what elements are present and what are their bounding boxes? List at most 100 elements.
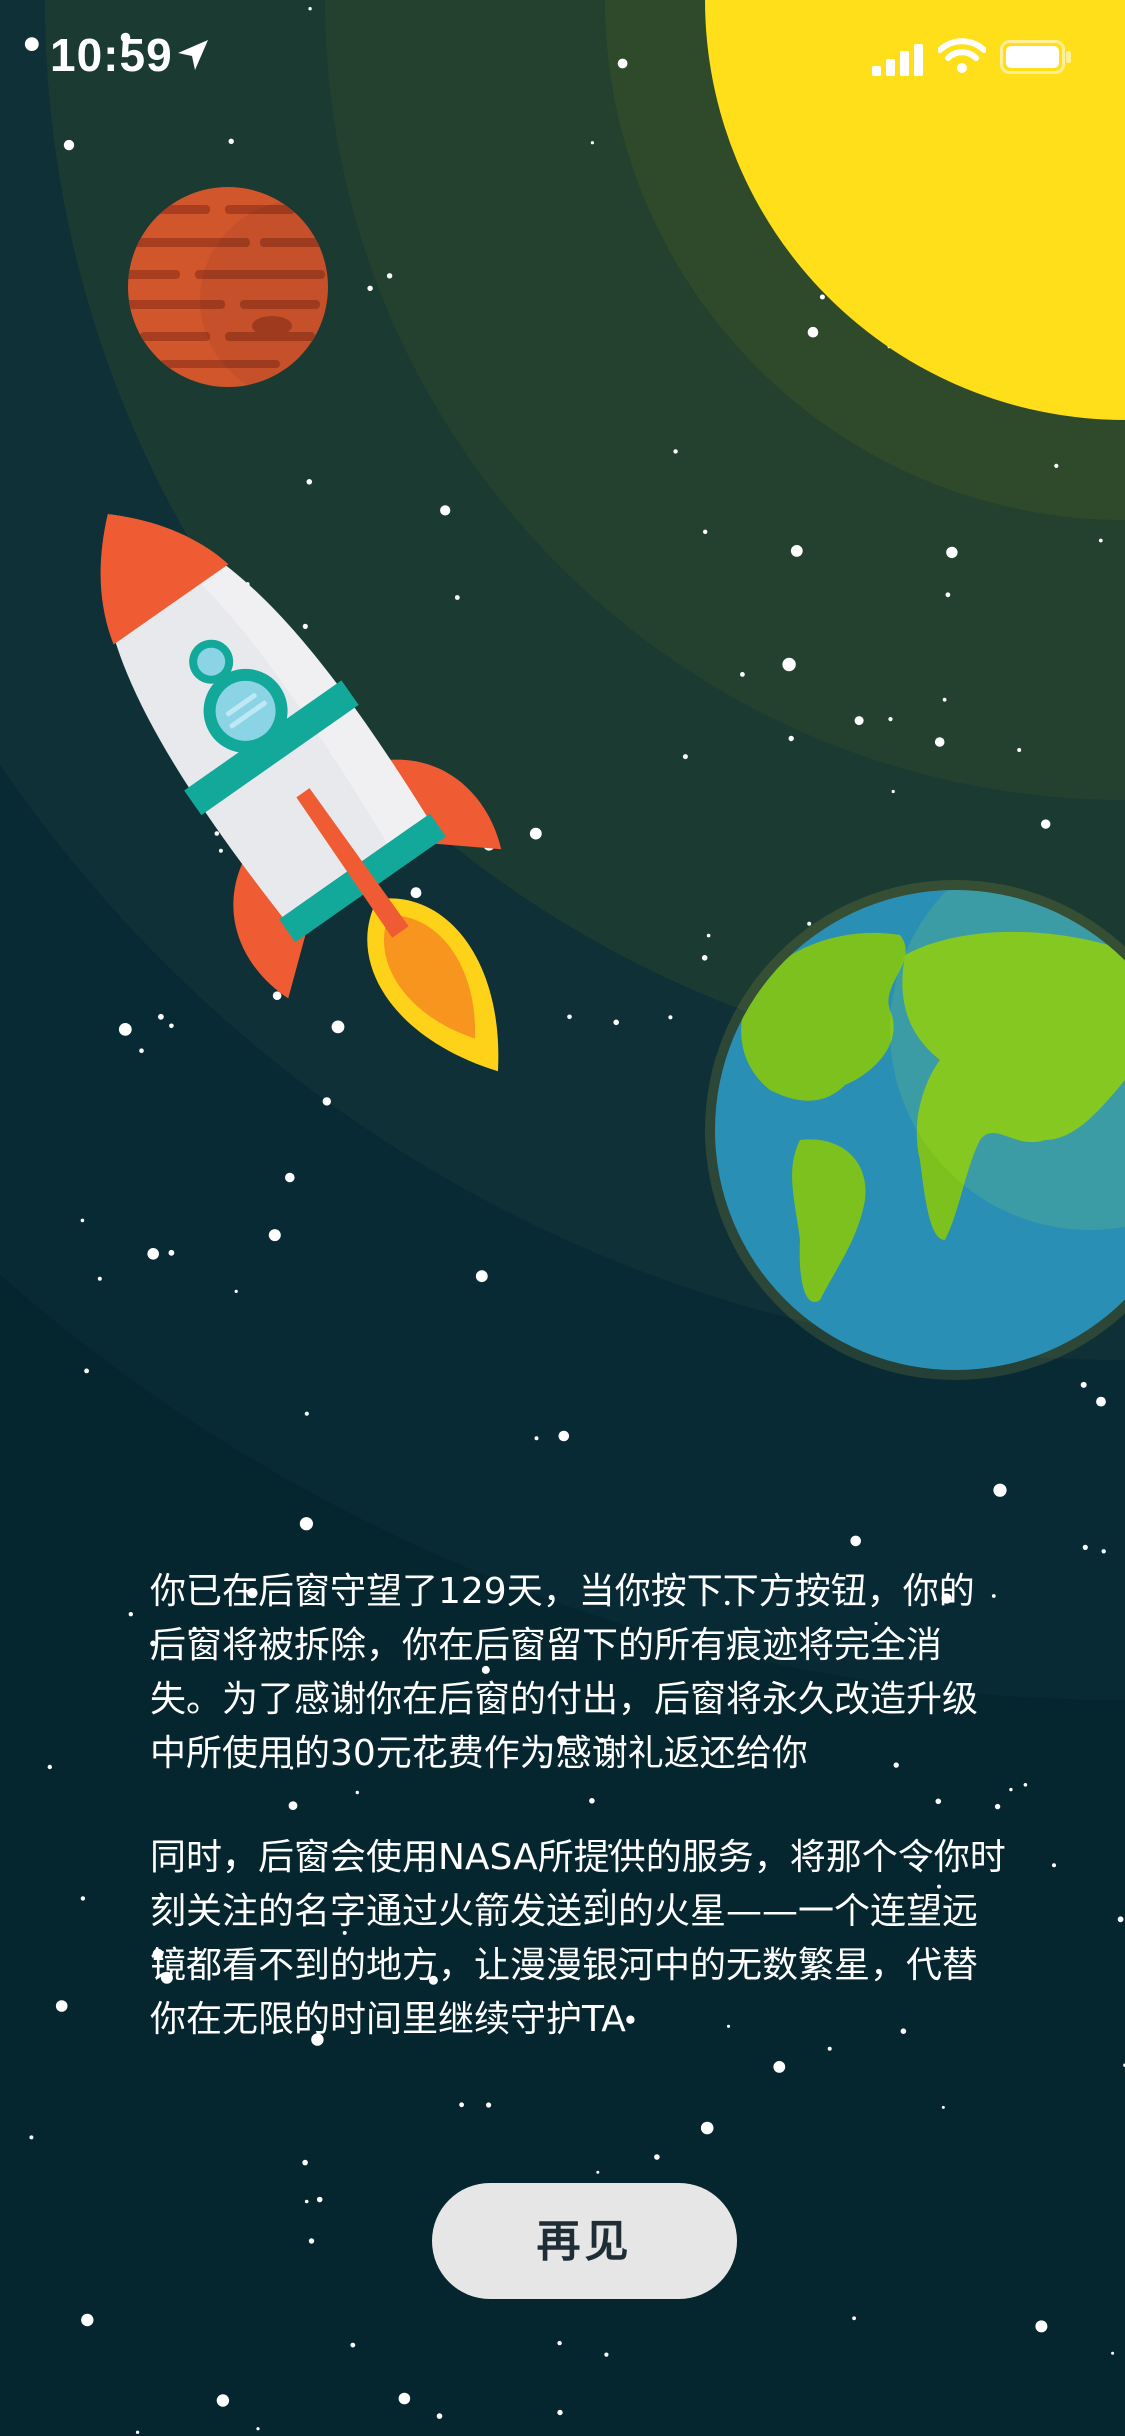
star — [1117, 1916, 1124, 1923]
star — [147, 1248, 159, 1260]
star — [558, 1430, 570, 1442]
star — [80, 1896, 86, 1901]
star — [459, 2102, 464, 2108]
star — [596, 2170, 600, 2174]
star — [1080, 1381, 1087, 1388]
star — [945, 592, 951, 598]
star — [942, 697, 947, 702]
star — [850, 1535, 861, 1547]
star — [308, 2238, 315, 2244]
star — [891, 789, 895, 794]
star — [703, 529, 708, 534]
star — [486, 2102, 492, 2108]
star — [234, 1289, 238, 1293]
wifi-icon — [938, 38, 986, 73]
star — [316, 2196, 323, 2203]
status-bar: 10:59 — [0, 0, 1125, 120]
star — [740, 672, 745, 677]
star — [946, 546, 958, 559]
star — [331, 1020, 345, 1034]
farewell-message: 你已在后窗守望了129天，当你按下下方按钮，你的后窗将被拆除，你在后窗留下的所有… — [150, 1565, 1010, 2097]
star — [1054, 463, 1059, 468]
star — [47, 1764, 52, 1770]
location-arrow-icon — [178, 40, 208, 70]
star — [440, 505, 451, 516]
star — [941, 2105, 945, 2109]
star — [272, 991, 282, 1000]
star — [256, 2427, 260, 2431]
star — [1111, 2351, 1115, 2355]
star — [63, 139, 75, 151]
star — [852, 2316, 856, 2321]
star — [1041, 819, 1051, 829]
star — [590, 141, 595, 145]
star — [350, 2342, 356, 2348]
star — [1052, 1863, 1056, 1868]
star — [534, 1436, 539, 1441]
star — [168, 1249, 175, 1256]
star — [158, 1013, 164, 1020]
star — [118, 1023, 132, 1036]
star — [790, 545, 803, 557]
star — [706, 933, 711, 938]
message-paragraph-1: 你已在后窗守望了129天，当你按下下方按钮，你的后窗将被拆除，你在后窗留下的所有… — [150, 1571, 979, 1774]
star — [304, 1411, 309, 1416]
star — [934, 737, 945, 747]
mars-planet-icon — [128, 187, 328, 387]
star — [819, 294, 825, 300]
star — [782, 657, 796, 672]
star — [700, 2121, 714, 2135]
star — [386, 273, 393, 279]
message-paragraph-2: 同时，后窗会使用NASA所提供的服务，将那个令你时刻关注的名字通过火箭发送到的火… — [150, 1837, 1006, 2040]
star — [854, 716, 864, 726]
star — [285, 1172, 295, 1183]
star — [529, 827, 542, 840]
star — [97, 1276, 102, 1281]
rocket-icon — [100, 514, 502, 1072]
star — [398, 2392, 411, 2405]
star — [1017, 748, 1022, 752]
star — [557, 2409, 563, 2416]
status-time: 10:59 — [50, 29, 173, 81]
star — [701, 955, 708, 961]
star — [81, 2313, 94, 2327]
star — [29, 2135, 34, 2140]
star — [604, 2352, 609, 2357]
star — [1023, 1783, 1028, 1787]
star — [306, 479, 313, 485]
star — [654, 2154, 660, 2160]
star — [322, 1097, 331, 1106]
star — [673, 449, 678, 454]
cellular-signal-icon — [872, 44, 923, 76]
star — [302, 623, 308, 630]
star — [1098, 538, 1103, 543]
star — [128, 1612, 133, 1617]
star — [888, 717, 893, 722]
star — [613, 1019, 619, 1026]
goodbye-button[interactable]: 再见 — [432, 2183, 737, 2299]
star — [84, 1368, 89, 1374]
battery-icon — [1000, 40, 1071, 74]
star — [807, 326, 819, 338]
star — [302, 2159, 308, 2166]
star — [216, 2394, 230, 2407]
farewell-screen: 10:59 你已在后窗守望了129天，当你按下下方按钮，你的后窗将被拆除，你在后… — [0, 0, 1125, 2436]
star — [214, 831, 220, 836]
star — [668, 1015, 673, 1020]
star — [268, 1229, 281, 1242]
star — [567, 1014, 572, 1020]
star — [807, 921, 812, 926]
star — [436, 2413, 443, 2419]
star — [1096, 1396, 1106, 1407]
star — [1101, 1549, 1106, 1554]
star — [367, 285, 373, 291]
star — [218, 848, 223, 853]
earth-planet-icon — [705, 880, 1125, 1380]
star — [139, 1048, 144, 1053]
star — [228, 138, 234, 144]
star — [993, 1483, 1007, 1497]
star — [55, 2000, 68, 2012]
star — [135, 2430, 140, 2434]
star — [1035, 2320, 1048, 2333]
star — [410, 887, 422, 899]
